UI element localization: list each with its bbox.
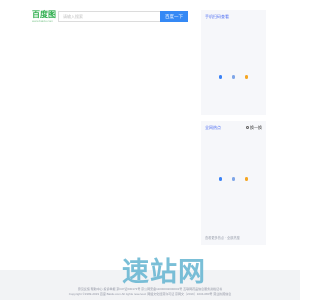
loading-dots-icon	[201, 170, 266, 181]
site-logo[interactable]: 百度图 www.baidu.com	[32, 10, 56, 24]
mobile-panel-title: 手机扫码查看	[205, 14, 229, 19]
search-input[interactable]	[58, 11, 160, 22]
footer-copyright: Copyright ©1999-2019 百度 Baidu.com All ri…	[68, 292, 232, 296]
logo-tagline: www.baidu.com	[32, 19, 54, 23]
hot-topics-panel: 全网热点 换一换 查看更多热点 · 全部热搜	[201, 121, 266, 245]
refresh-button[interactable]: 换一换	[246, 125, 262, 131]
hot-panel-footer-links[interactable]: 查看更多热点 · 全部热搜	[205, 235, 240, 240]
hot-panel-title: 全网热点	[205, 125, 221, 130]
watermark: 速站网	[122, 257, 206, 288]
refresh-label: 换一换	[250, 125, 262, 130]
search-button[interactable]: 百度一下	[160, 11, 188, 22]
logo-text: 百度图	[32, 10, 56, 19]
loading-dot	[232, 75, 235, 79]
loading-dot	[245, 75, 248, 79]
refresh-icon	[246, 126, 249, 130]
loading-dot	[219, 177, 222, 181]
loading-dot	[245, 177, 248, 181]
loading-dots-icon	[201, 68, 266, 79]
mobile-scan-panel: 手机扫码查看	[201, 10, 266, 115]
loading-dot	[232, 177, 235, 181]
loading-dot	[219, 75, 222, 79]
